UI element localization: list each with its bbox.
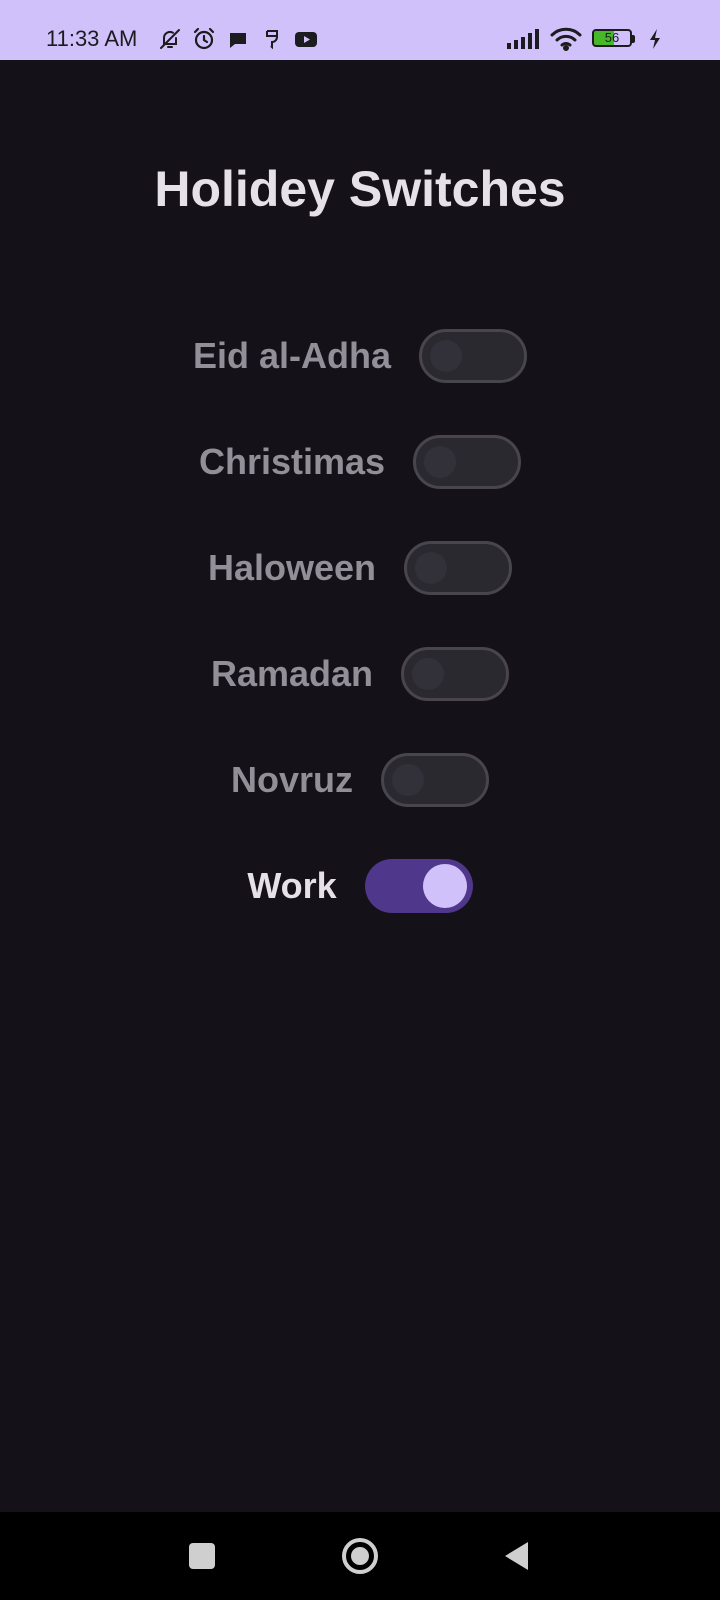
toggle-switch-work[interactable]: [364, 859, 473, 913]
toggle-thumb: [430, 340, 463, 372]
charging-bolt-icon: [648, 27, 662, 51]
toggle-switch-ramadan[interactable]: [401, 647, 510, 701]
toggle-switch-halloween[interactable]: [404, 541, 513, 595]
toggle-thumb: [412, 658, 445, 690]
toggle-switch-christmas[interactable]: [413, 435, 522, 489]
recents-button[interactable]: [178, 1532, 226, 1580]
signal-icon: [506, 27, 540, 51]
switch-label: Ramadan: [210, 653, 374, 694]
toggle-thumb: [424, 446, 457, 478]
status-bar: 11:33 AM 56: [0, 0, 720, 60]
switch-row-ramadan: Ramadan: [0, 646, 720, 702]
back-triangle-icon: [505, 1542, 528, 1570]
switch-row-novruz: Novruz: [0, 752, 720, 808]
battery-icon: 56: [592, 28, 638, 50]
bell-off-icon: [158, 27, 182, 51]
status-time: 11:33 AM: [46, 26, 138, 51]
switch-label: Work: [247, 865, 337, 906]
back-button[interactable]: [494, 1532, 542, 1580]
toggle-switch-novruz[interactable]: [381, 753, 489, 807]
home-button[interactable]: [336, 1532, 384, 1580]
navigation-bar: [0, 1512, 720, 1600]
switch-row-halloween: Haloween: [0, 540, 720, 596]
toggle-thumb: [415, 552, 448, 584]
home-circle-icon: [342, 1538, 378, 1574]
youtube-icon: [294, 27, 318, 51]
alarm-icon: [192, 27, 216, 51]
wifi-icon: [550, 27, 582, 51]
chat-bubble-icon: [226, 27, 250, 51]
page-title: Holidey Switches: [154, 161, 566, 217]
toggle-switch-eid-al-adha[interactable]: [419, 329, 528, 383]
toggle-thumb: [422, 864, 467, 908]
switch-label: Christimas: [198, 441, 386, 482]
hangouts-icon: [260, 27, 284, 51]
switch-label: Haloween: [207, 547, 377, 588]
switch-list: Eid al-Adha Christimas Haloween Ramadan …: [0, 328, 720, 964]
switch-label: Novruz: [230, 759, 353, 800]
switch-row-work: Work: [0, 858, 720, 914]
app-screen: Holidey Switches Eid al-Adha Christimas …: [0, 60, 720, 1512]
battery-level: 56: [604, 30, 620, 45]
switch-label: Eid al-Adha: [192, 335, 392, 376]
system-icons: 56: [506, 26, 662, 52]
recents-square-icon: [189, 1543, 215, 1569]
notification-icons: [158, 26, 318, 52]
switch-row-eid-al-adha: Eid al-Adha: [0, 328, 720, 384]
toggle-thumb: [392, 764, 424, 796]
switch-row-christmas: Christimas: [0, 434, 720, 490]
